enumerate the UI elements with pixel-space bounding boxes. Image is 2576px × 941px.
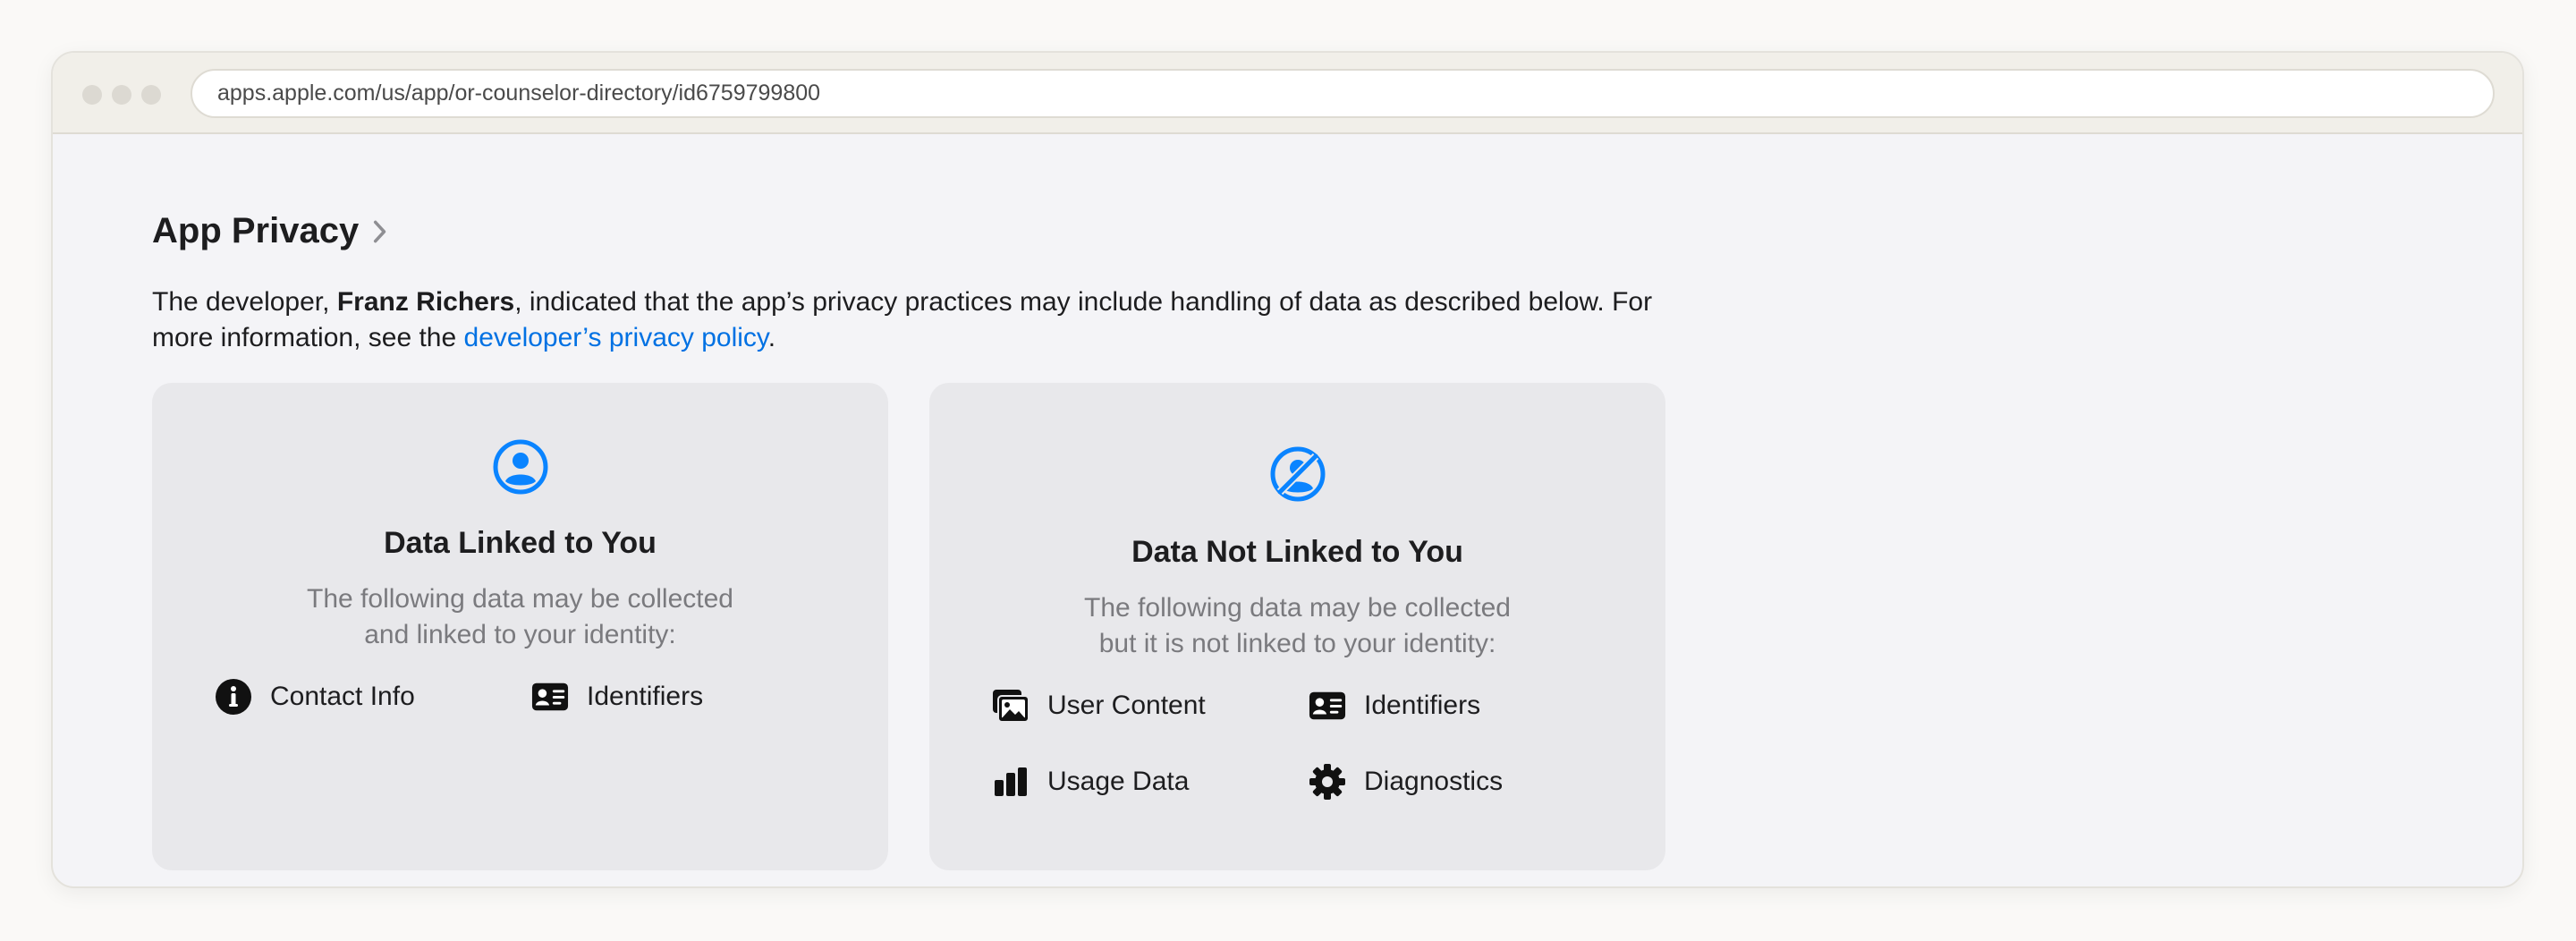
id-card-icon: [531, 678, 569, 716]
data-item-label: Usage Data: [1047, 767, 1190, 796]
title-bar: apps.apple.com/us/app/or-counselor-direc…: [53, 53, 2522, 134]
data-item-label: User Content: [1047, 691, 1206, 720]
address-bar[interactable]: apps.apple.com/us/app/or-counselor-direc…: [191, 69, 2495, 118]
close-window-button[interactable]: [82, 85, 102, 105]
chevron-right-icon: [374, 220, 386, 242]
card-title: Data Linked to You: [384, 526, 657, 560]
description-text-end: .: [767, 323, 776, 352]
gear-icon: [1309, 763, 1346, 801]
card-subtitle-line: but it is not linked to your identity:: [1098, 629, 1496, 658]
privacy-policy-link[interactable]: developer’s privacy policy: [464, 323, 768, 352]
person-circle-icon: [493, 439, 547, 495]
card-subtitle-line: The following data may be collected: [307, 584, 733, 614]
zoom-window-button[interactable]: [141, 85, 161, 105]
data-item-user-content: User Content: [992, 687, 1206, 725]
card-subtitle-line: and linked to your identity:: [364, 620, 676, 649]
photos-icon: [992, 687, 1030, 725]
card-subtitle: The following data may be collected but …: [929, 590, 1665, 662]
data-item-usage-data: Usage Data: [992, 763, 1189, 801]
description-text: The developer,: [152, 287, 337, 317]
page-title: App Privacy: [152, 211, 360, 250]
data-item-contact-info: Contact Info: [215, 678, 415, 716]
card-subtitle-line: The following data may be collected: [1084, 593, 1511, 623]
data-item-label: Diagnostics: [1364, 767, 1504, 796]
privacy-description: The developer, Franz Richers, indicated …: [152, 284, 1690, 356]
data-not-linked-card: Data Not Linked to You The following dat…: [929, 383, 1665, 870]
data-linked-card: Data Linked to You The following data ma…: [152, 383, 888, 870]
card-subtitle: The following data may be collected and …: [152, 581, 888, 653]
url-text: apps.apple.com/us/app/or-counselor-direc…: [217, 81, 821, 106]
data-item-label: Identifiers: [1364, 691, 1481, 720]
data-item-identifiers: Identifiers: [531, 678, 703, 716]
bar-chart-icon: [992, 763, 1030, 801]
id-card-icon: [1309, 687, 1346, 725]
data-item-label: Contact Info: [270, 682, 415, 711]
developer-name: Franz Richers: [336, 287, 515, 317]
minimize-window-button[interactable]: [112, 85, 131, 105]
card-title: Data Not Linked to You: [1131, 535, 1463, 569]
app-privacy-heading[interactable]: App Privacy: [152, 211, 389, 251]
data-item-identifiers: Identifiers: [1309, 687, 1480, 725]
person-slash-circle-icon: [1270, 446, 1325, 502]
data-item-label: Identifiers: [587, 682, 704, 711]
data-item-diagnostics: Diagnostics: [1309, 763, 1503, 801]
info-circle-icon: [215, 678, 252, 716]
